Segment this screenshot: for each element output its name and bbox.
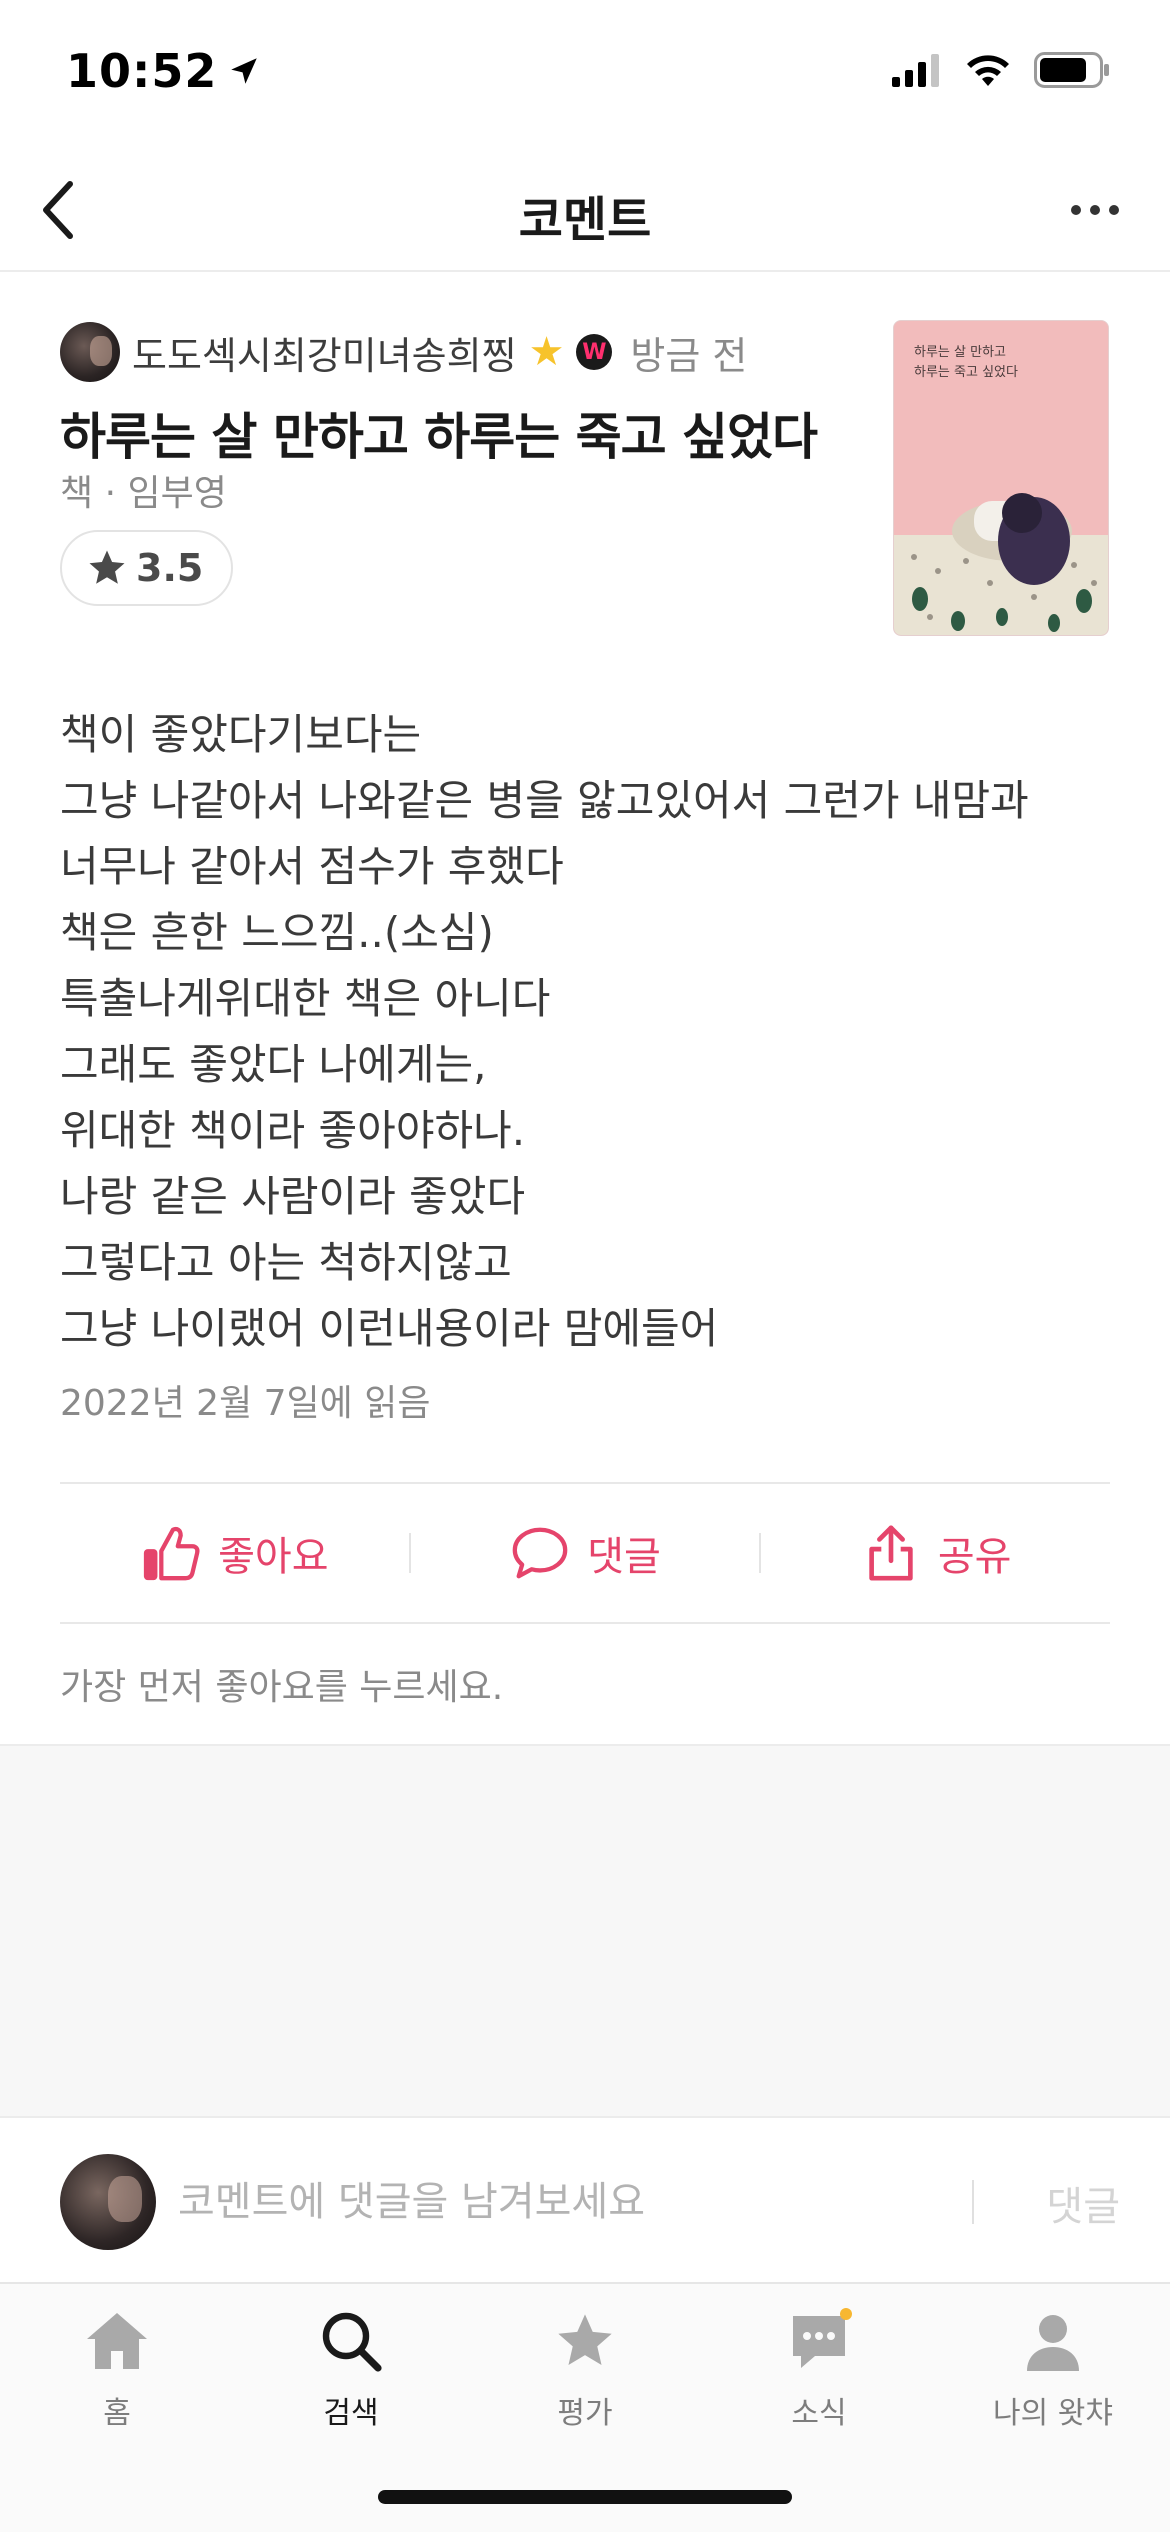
comment-line: 위대한 책이라 좋아야하나.	[60, 1106, 526, 1155]
comment-line: 그렇다고 아는 척하지않고	[60, 1238, 512, 1287]
cover-title-line1: 하루는 살 만하고	[914, 345, 1006, 360]
star-badge-icon: ★	[528, 329, 565, 375]
reply-submit-button[interactable]: 댓글	[1000, 2174, 1120, 2234]
tab-label: 평가	[557, 2396, 613, 2431]
action-bar: 좋아요 댓글 공유	[60, 1484, 1110, 1622]
comment-card: 도도섹시최강미녀송희찡 ★ W 방금 전 하루는 살 만하고 하루는 죽고 싶었…	[0, 272, 1170, 1744]
tab-rate[interactable]: 평가	[468, 2306, 702, 2446]
reply-separator	[972, 2180, 974, 2224]
time-ago: 방금 전	[630, 333, 748, 378]
more-options-button[interactable]	[1050, 170, 1140, 250]
comment-label: 댓글	[587, 1534, 661, 1580]
person-icon	[1018, 2306, 1088, 2376]
rating-value: 3.5	[136, 546, 204, 590]
tab-label: 검색	[323, 2396, 379, 2431]
author-row[interactable]: 도도섹시최강미녀송희찡 ★ W 방금 전	[60, 322, 747, 382]
star-icon	[89, 550, 125, 584]
rating-badge: 3.5	[60, 530, 234, 606]
reply-bar: 댓글	[0, 2116, 1170, 2282]
page-title: 코멘트	[518, 192, 652, 248]
home-indicator	[378, 2490, 792, 2504]
search-icon	[316, 2306, 386, 2376]
comment-line: 특출나게위대한 책은 아니다	[60, 974, 551, 1023]
tab-home[interactable]: 홈	[0, 2306, 234, 2446]
share-button[interactable]: 공유	[761, 1484, 1110, 1622]
like-button[interactable]: 좋아요	[60, 1484, 409, 1622]
tab-search[interactable]: 검색	[234, 2306, 468, 2446]
cellular-signal-icon	[892, 54, 939, 87]
book-cover[interactable]: 하루는 살 만하고 하루는 죽고 싶었다	[893, 320, 1109, 636]
author-avatar[interactable]	[60, 322, 120, 382]
thumbs-up-icon	[144, 1526, 200, 1581]
watcha-badge-icon: W	[576, 334, 613, 370]
tab-news[interactable]: 소식	[702, 2306, 936, 2446]
tab-my-watcha[interactable]: 나의 왓챠	[936, 2306, 1170, 2446]
book-title[interactable]: 하루는 살 만하고 하루는 죽고 싶었다	[60, 397, 818, 469]
cover-title-line2: 하루는 죽고 싶었다	[914, 365, 1018, 380]
battery-icon	[1034, 52, 1109, 88]
comment-line: 그래도 좋았다 나에게는,	[60, 1040, 487, 1089]
author-name[interactable]: 도도섹시최강미녀송희찡	[132, 325, 517, 380]
tab-label: 소식	[791, 2396, 847, 2431]
like-prompt: 가장 먼저 좋아요를 누르세요.	[60, 1667, 504, 1708]
wifi-icon	[967, 55, 1009, 86]
book-meta: 책 · 임부영	[60, 473, 227, 514]
replies-area	[0, 1744, 1170, 2116]
share-icon	[869, 1525, 913, 1581]
status-bar: 10:52	[0, 0, 1170, 150]
comment-line: 책은 흔한 느으낌..(소심)	[60, 908, 494, 957]
tab-label: 홈	[103, 2396, 131, 2431]
comment-body: 책이 좋았다기보다는 그냥 나같아서 나와같은 병을 앓고있어서 그런가 내맘과…	[60, 702, 1120, 1362]
home-icon	[82, 2306, 152, 2376]
cover-title: 하루는 살 만하고 하루는 죽고 싶었다	[914, 343, 1018, 383]
comment-line: 책이 좋았다기보다는	[60, 710, 422, 759]
more-horizontal-icon	[1071, 205, 1119, 215]
status-time-text: 10:52	[66, 44, 218, 98]
status-time: 10:52	[66, 44, 261, 98]
notification-dot	[840, 2308, 852, 2320]
status-icons	[892, 52, 1110, 88]
nav-header: 코멘트	[0, 150, 1170, 272]
share-label: 공유	[937, 1534, 1012, 1580]
tab-label: 나의 왓챠	[993, 2396, 1113, 2431]
comment-line: 나랑 같은 사람이라 좋았다	[60, 1172, 526, 1221]
read-date: 2022년 2월 7일에 읽음	[60, 1383, 431, 1424]
comment-button[interactable]: 댓글	[411, 1484, 760, 1622]
comment-line: 그냥 나이랬어 이런내용이라 맘에들어	[60, 1304, 719, 1353]
divider	[60, 1622, 1110, 1624]
location-arrow-icon	[231, 58, 258, 84]
speech-bubble-icon	[512, 1527, 568, 1579]
like-label: 좋아요	[218, 1534, 329, 1580]
comment-line: 너무나 같아서 점수가 후했다	[60, 842, 564, 891]
reply-input[interactable]	[178, 2166, 938, 2238]
user-avatar	[60, 2154, 156, 2250]
star-icon	[550, 2306, 620, 2376]
chat-icon	[784, 2306, 854, 2376]
comment-line: 그냥 나같아서 나와같은 병을 앓고있어서 그런가 내맘과	[60, 776, 1029, 825]
